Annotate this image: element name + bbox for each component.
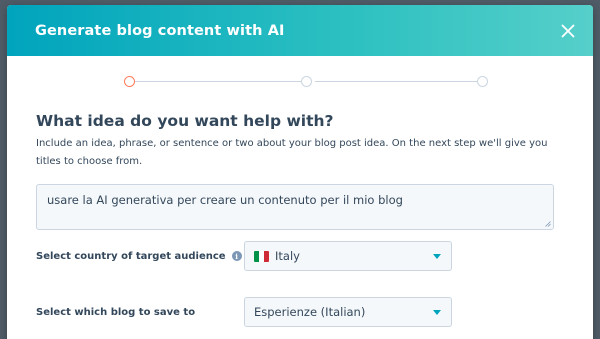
step-3-indicator [477, 76, 488, 87]
italy-flag-icon [254, 250, 269, 262]
country-label-group: Select country of target audience i [36, 251, 244, 262]
blog-selected-value: Esperienze (Italian) [254, 305, 366, 319]
info-icon[interactable]: i [231, 251, 242, 261]
country-select-value-group: Italy [254, 249, 300, 263]
blog-row: Select which blog to save to Esperienze … [36, 297, 452, 327]
country-selected-value: Italy [275, 249, 300, 263]
chevron-down-icon [433, 253, 441, 259]
close-button[interactable] [557, 20, 579, 42]
idea-textarea-value: usare la AI generativa per creare un con… [47, 193, 403, 207]
idea-textarea[interactable]: usare la AI generativa per creare un con… [36, 184, 554, 230]
country-row: Select country of target audience i Ital… [36, 241, 452, 271]
idea-help-text: Include an idea, phrase, or sentence or … [36, 138, 548, 167]
close-icon [561, 24, 575, 37]
chevron-down-icon [433, 309, 441, 315]
blog-select[interactable]: Esperienze (Italian) [244, 297, 452, 327]
modal-title: Generate blog content with AI [35, 22, 285, 39]
country-select[interactable]: Italy [244, 241, 452, 271]
progress-stepper [36, 56, 564, 111]
blog-label-group: Select which blog to save to [36, 307, 244, 318]
idea-heading: What idea do you want help with? [36, 112, 334, 130]
step-1-indicator [124, 76, 135, 87]
blog-label: Select which blog to save to [36, 306, 196, 318]
generate-blog-modal: Generate blog content with AI What idea … [7, 5, 593, 339]
modal-body: What idea do you want help with? Include… [7, 56, 593, 230]
step-connector [134, 81, 302, 82]
step-connector [315, 81, 484, 82]
step-2-indicator [301, 76, 312, 87]
modal-header: Generate blog content with AI [7, 5, 593, 56]
resize-grip-icon[interactable] [545, 221, 551, 227]
country-label: Select country of target audience [36, 250, 226, 262]
